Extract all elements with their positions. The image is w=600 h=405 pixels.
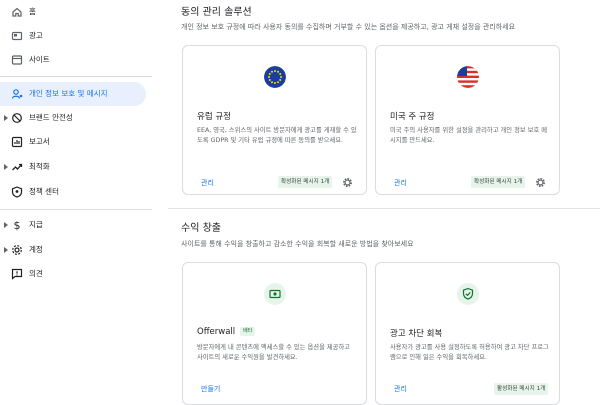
sidebar-item-payments[interactable]: $ 지급 (0, 213, 152, 237)
sidebar-item-ads[interactable]: 광고 (0, 24, 152, 48)
ad-blocking-recovery-icon (457, 283, 479, 305)
offerwall-icon (264, 283, 286, 305)
sidebar-item-label: 최적화 (29, 162, 50, 171)
sidebar-item-sites[interactable]: 사이트 (0, 48, 152, 72)
expand-caret-icon[interactable] (4, 115, 8, 121)
card-title: 미국 주 규정 (390, 112, 435, 122)
gear-icon[interactable] (342, 177, 353, 188)
sidebar-divider (0, 209, 152, 210)
sidebar-item-feedback[interactable]: 의견 (0, 262, 152, 286)
consent-section-title: 동의 관리 솔루션 (181, 7, 252, 18)
eu-regulations-card: 유럽 규정 EEA, 영국, 스위스의 사이트 방문자에게 광고를 게재할 수 … (182, 45, 367, 195)
sites-icon (11, 55, 23, 65)
card-description: 미국 주의 사용자를 위한 설정을 관리하고 개인 정보 보호 메시지를 만드세… (390, 127, 548, 144)
feedback-icon (11, 268, 23, 280)
sidebar-divider (0, 76, 152, 77)
status-badge: 활성화된 메시지 1개 (494, 383, 549, 395)
revenue-section-description: 사이트를 통해 수익을 창출하고 감소한 수익을 회복할 새로운 방법을 찾아보… (181, 240, 414, 248)
ads-icon (11, 31, 23, 41)
card-title: Offerwall 베타 (197, 327, 256, 337)
home-icon (12, 7, 22, 17)
sidebar-item-account[interactable]: 계정 (0, 238, 152, 262)
sidebar-item-policy-center[interactable]: 정책 센터 (0, 180, 152, 204)
brand-safety-icon (12, 113, 22, 123)
section-divider (168, 208, 600, 209)
sidebar-item-label: 정책 센터 (29, 187, 59, 196)
manage-link[interactable]: 관리 (394, 384, 407, 394)
us-state-regulations-card: 미국 주 규정 미국 주의 사용자를 위한 설정을 관리하고 개인 정보 보호 … (375, 45, 560, 195)
expand-caret-icon[interactable] (4, 222, 8, 228)
beta-badge: 베타 (240, 327, 256, 336)
payments-icon: $ (14, 219, 21, 231)
gear-icon[interactable] (535, 177, 546, 188)
card-title: 광고 차단 회복 (390, 329, 443, 339)
account-icon (12, 245, 22, 255)
card-description: 방문자에게 내 콘텐츠에 액세스할 수 있는 옵션을 제공하고 사이트의 새로운… (197, 344, 351, 361)
sidebar-item-label: 지급 (29, 220, 43, 229)
manage-link[interactable]: 관리 (394, 178, 407, 188)
sidebar-item-brand-safety[interactable]: 브랜드 안전성 (0, 106, 152, 130)
create-link[interactable]: 만들기 (201, 384, 220, 394)
sidebar-item-label: 계정 (29, 245, 43, 254)
sidebar-item-label: 광고 (29, 31, 43, 40)
manage-link[interactable]: 관리 (201, 178, 214, 188)
sidebar-item-label: 보고서 (29, 137, 50, 146)
sidebar-nav: 홈 광고 사이트 개인 정보 보호 및 메시지 브랜드 안전성 보고서 최적화 … (0, 0, 152, 405)
reports-icon (11, 136, 23, 148)
revenue-section-title: 수익 창출 (181, 223, 221, 234)
offerwall-card: Offerwall 베타 방문자에게 내 콘텐츠에 액세스할 수 있는 옵션을 제… (182, 262, 367, 405)
expand-caret-icon[interactable] (4, 164, 8, 170)
privacy-messaging-icon (11, 89, 23, 99)
status-badge: 확성화된 메시지 1개 (471, 176, 526, 188)
sidebar-item-label: 개인 정보 보호 및 메시지 (29, 89, 108, 98)
card-description: 사용자가 광고를 사용 설정하도록 허용하여 광고 차단 프로그램으로 인해 잃… (390, 344, 549, 361)
sidebar-item-label: 브랜드 안전성 (29, 113, 73, 122)
eu-flag-icon (264, 66, 286, 88)
ad-blocking-recovery-card: 광고 차단 회복 사용자가 광고를 사용 설정하도록 허용하여 광고 차단 프로… (375, 262, 560, 405)
sidebar-item-reports[interactable]: 보고서 (0, 130, 152, 154)
policy-center-icon (11, 186, 23, 198)
status-badge: 확성화된 메시지 1개 (278, 176, 333, 188)
card-title: 유럽 규정 (197, 112, 231, 122)
sidebar-item-label: 사이트 (29, 55, 50, 64)
sidebar-item-label: 의견 (29, 269, 43, 278)
us-flag-icon (457, 66, 479, 88)
svg-text:$: $ (14, 219, 21, 231)
expand-caret-icon[interactable] (4, 247, 8, 253)
card-title-text: Offerwall (197, 327, 236, 337)
sidebar-item-privacy-messaging[interactable]: 개인 정보 보호 및 메시지 (0, 82, 146, 106)
optimization-icon (12, 163, 23, 171)
card-description: EEA, 영국, 스위스의 사이트 방문자에게 광고를 게재할 수 있도록 GD… (197, 127, 357, 144)
sidebar-item-label: 홈 (29, 7, 36, 16)
consent-section-description: 개인 정보 보호 규정에 따라 사용자 동의를 수집하며 거부할 수 있는 옵션… (181, 23, 516, 31)
sidebar-item-home[interactable]: 홈 (0, 0, 152, 24)
sidebar-item-optimization[interactable]: 최적화 (0, 155, 152, 179)
